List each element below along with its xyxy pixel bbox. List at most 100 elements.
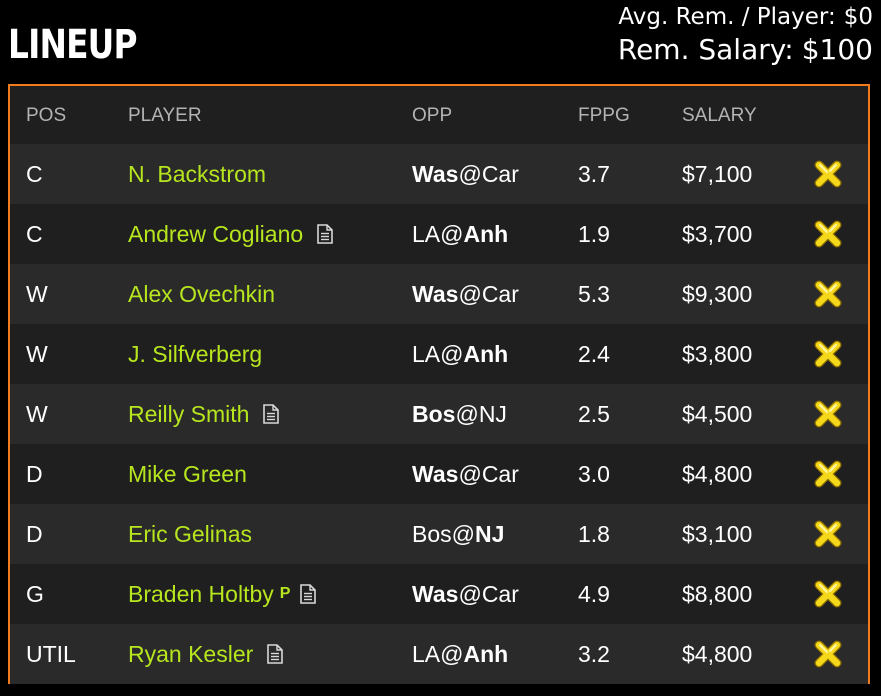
remove-x-icon[interactable] (814, 280, 842, 308)
fppg-cell: 1.8 (578, 520, 610, 547)
away-team: LA (412, 340, 441, 367)
position-cell: C (26, 160, 43, 187)
player-cell: Alex Ovechkin (128, 264, 275, 324)
home-team: NJ (478, 400, 507, 427)
probable-badge: P (279, 585, 291, 602)
remove-x-icon[interactable] (814, 340, 842, 368)
opponent-cell: Was @ Car (412, 144, 519, 204)
remaining-salary: Rem. Salary: $100 (618, 32, 873, 68)
player-cell: Andrew Cogliano (128, 204, 333, 264)
position-cell: D (26, 520, 43, 547)
column-header-salary: SALARY (682, 105, 757, 126)
home-team: Anh (463, 640, 509, 667)
fppg-cell: 3.0 (578, 460, 610, 487)
home-team: Car (481, 460, 519, 487)
player-cell: Eric Gelinas (128, 504, 252, 564)
away-team: LA (412, 640, 441, 667)
player-name-link[interactable]: J. Silfverberg (128, 341, 262, 368)
opponent-cell: LA @ Anh (412, 624, 508, 684)
table-row: UTIL Ryan Kesler LA @ Anh 3.2 $4,800 (10, 624, 868, 684)
remove-player-button[interactable] (814, 504, 842, 564)
home-team: Anh (463, 340, 509, 367)
column-header-pos: POS (26, 105, 67, 126)
remove-x-icon[interactable] (814, 220, 842, 248)
remove-player-button[interactable] (814, 324, 842, 384)
position-cell: W (26, 340, 48, 367)
player-note-icon[interactable] (267, 644, 284, 664)
salary-cell: $9,300 (682, 280, 753, 307)
opponent-cell: Was @ Car (412, 444, 519, 504)
away-team: Was (412, 160, 459, 187)
away-team: Bos (412, 400, 456, 427)
salary-cell: $3,700 (682, 220, 753, 247)
remove-player-button[interactable] (814, 564, 842, 624)
table-row: W Reilly Smith Bos @ NJ 2.5 $4,500 (10, 384, 868, 444)
salary-cell: $3,100 (682, 520, 753, 547)
avg-remaining-value: $0 (843, 4, 873, 30)
player-name-link[interactable]: Reilly Smith (128, 401, 249, 428)
fppg-cell: 4.9 (578, 580, 610, 607)
opponent-cell: Was @ Car (412, 564, 519, 624)
remove-x-icon[interactable] (814, 460, 842, 488)
at-sign: @ (455, 400, 479, 427)
remove-player-button[interactable] (814, 144, 842, 204)
fppg-cell: 3.7 (578, 160, 610, 187)
player-note-icon[interactable] (263, 404, 280, 424)
player-name-link[interactable]: Andrew Cogliano (128, 221, 303, 248)
player-cell: Ryan Kesler (128, 624, 284, 684)
remove-x-icon[interactable] (814, 520, 842, 548)
remove-player-button[interactable] (814, 264, 842, 324)
player-name-link[interactable]: N. Backstrom (128, 161, 266, 188)
opponent-cell: Bos @ NJ (412, 384, 507, 444)
page-title: LINEUP (8, 22, 138, 68)
player-name-link[interactable]: Alex Ovechkin (128, 281, 275, 308)
fppg-cell: 1.9 (578, 220, 610, 247)
lineup-table: POS PLAYER OPP FPPG SALARY C N. Backstrom… (8, 84, 870, 684)
home-team: Car (481, 580, 519, 607)
salary-cell: $3,800 (682, 340, 753, 367)
table-row: W Alex Ovechkin Was @ Car 5.3 $9,300 (10, 264, 868, 324)
player-note-icon[interactable] (317, 224, 333, 244)
away-team: LA (412, 220, 441, 247)
player-name-link[interactable]: Mike Green (128, 461, 247, 488)
opponent-cell: Bos @ NJ (412, 504, 504, 564)
fppg-cell: 2.5 (578, 400, 610, 427)
remove-x-icon[interactable] (814, 400, 842, 428)
player-name-link[interactable]: Braden Holtby (128, 581, 274, 608)
at-sign: @ (440, 340, 464, 367)
remove-x-icon[interactable] (814, 580, 842, 608)
at-sign: @ (458, 280, 482, 307)
remove-player-button[interactable] (814, 624, 842, 684)
player-name-link[interactable]: Ryan Kesler (128, 641, 253, 668)
position-cell: G (26, 580, 44, 607)
player-cell: N. Backstrom (128, 144, 266, 204)
player-cell: Braden Holtby P (128, 564, 317, 624)
table-row: D Eric Gelinas Bos @ NJ 1.8 $3,100 (10, 504, 868, 564)
remove-x-icon[interactable] (814, 640, 842, 668)
opponent-cell: LA @ Anh (412, 204, 508, 264)
away-team: Was (412, 460, 459, 487)
table-header: POS PLAYER OPP FPPG SALARY (10, 86, 868, 146)
salary-cell: $7,100 (682, 160, 753, 187)
salary-cell: $4,500 (682, 400, 753, 427)
position-cell: C (26, 220, 43, 247)
fppg-cell: 3.2 (578, 640, 610, 667)
salary-summary: Avg. Rem. / Player: $0 Rem. Salary: $100 (618, 2, 873, 68)
player-name-link[interactable]: Eric Gelinas (128, 521, 252, 548)
at-sign: @ (458, 160, 482, 187)
remove-player-button[interactable] (814, 444, 842, 504)
remove-x-icon[interactable] (814, 160, 842, 188)
position-cell: UTIL (26, 640, 76, 667)
column-header-player: PLAYER (128, 105, 202, 126)
opponent-cell: Was @ Car (412, 264, 519, 324)
remove-player-button[interactable] (814, 204, 842, 264)
away-team: Was (412, 580, 459, 607)
remove-player-button[interactable] (814, 384, 842, 444)
at-sign: @ (440, 220, 464, 247)
away-team: Bos (412, 520, 452, 547)
away-team: Was (412, 280, 459, 307)
table-row: C N. Backstrom Was @ Car 3.7 $7,100 (10, 144, 868, 204)
table-row: D Mike Green Was @ Car 3.0 $4,800 (10, 444, 868, 504)
player-note-icon[interactable] (300, 584, 317, 604)
table-row: W J. Silfverberg LA @ Anh 2.4 $3,800 (10, 324, 868, 384)
